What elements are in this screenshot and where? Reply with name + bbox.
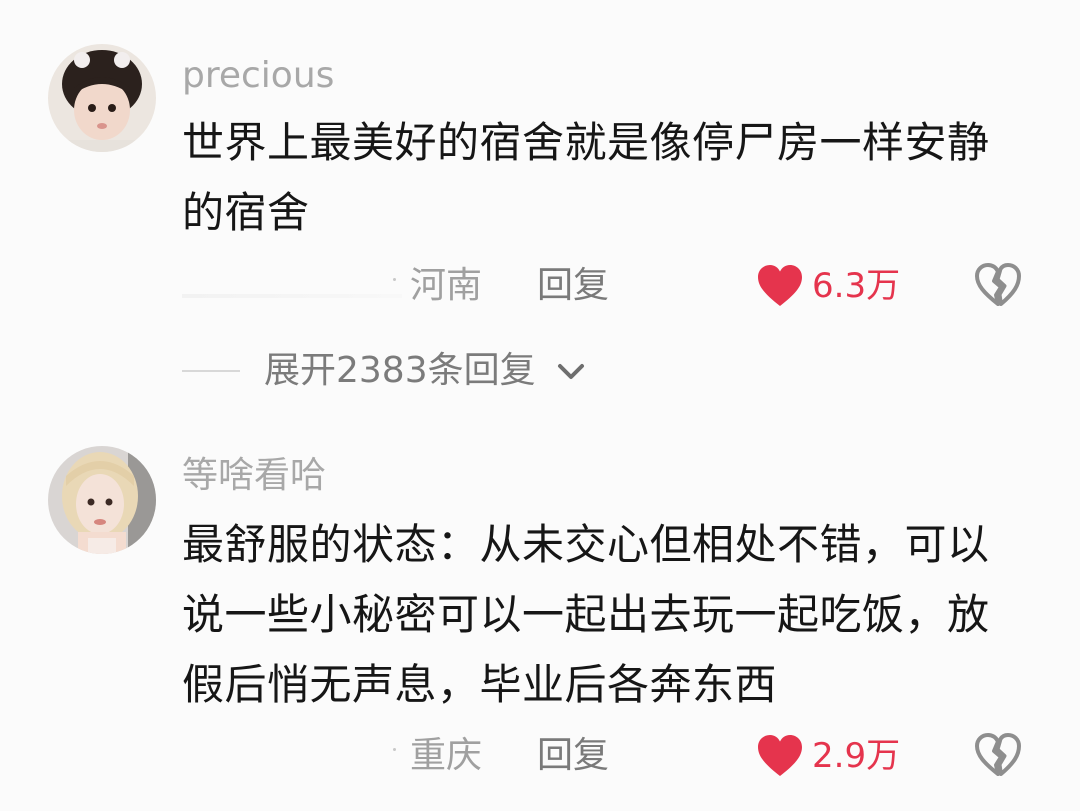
like-button[interactable]: 6.3万 bbox=[756, 262, 900, 310]
avatar[interactable] bbox=[48, 446, 156, 554]
location-label: 重庆 bbox=[410, 735, 483, 776]
like-button[interactable]: 2.9万 bbox=[756, 732, 900, 780]
like-count: 6.3万 bbox=[812, 266, 901, 306]
chevron-down-icon[interactable] bbox=[556, 358, 586, 384]
heart-filled-icon bbox=[758, 735, 802, 776]
heart-filled-icon bbox=[758, 265, 802, 306]
broken-heart-icon[interactable] bbox=[974, 262, 1022, 308]
separator-dot bbox=[393, 278, 396, 281]
comment-text: 世界上最美好的宿舍就是像停尸房一样安静的宿舍 bbox=[182, 118, 990, 237]
location-label: 河南 bbox=[410, 265, 483, 306]
reply-button[interactable]: 回复 bbox=[537, 262, 609, 310]
broken-heart-icon[interactable] bbox=[974, 732, 1022, 778]
like-count: 2.9万 bbox=[812, 736, 901, 776]
username[interactable]: precious bbox=[182, 58, 334, 94]
expand-replies-label[interactable]: 展开2383条回复 bbox=[264, 346, 536, 396]
expand-replies[interactable]: 展开2383条回复 bbox=[0, 346, 1080, 396]
avatar[interactable] bbox=[48, 44, 156, 152]
reply-button[interactable]: 回复 bbox=[537, 732, 609, 780]
comment-meta: 重庆 回复 2.9万 bbox=[0, 726, 1080, 786]
blurred-timestamp bbox=[182, 294, 402, 298]
comment-meta: 河南 回复 6.3万 bbox=[0, 256, 1080, 316]
separator-dot bbox=[393, 748, 396, 751]
username[interactable]: 等啥看哈 bbox=[182, 458, 326, 494]
divider-line bbox=[182, 370, 240, 372]
comment-text: 最舒服的状态：从未交心但相处不错，可以说一些小秘密可以一起出去玩一起吃饭，放假后… bbox=[182, 520, 990, 709]
